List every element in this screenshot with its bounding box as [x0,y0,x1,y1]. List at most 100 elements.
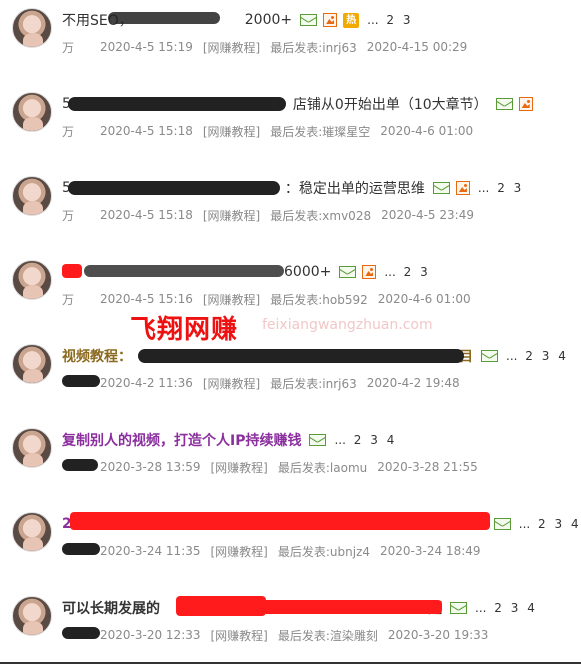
meta-row: 2020-3-28 13:59 [网赚教程] 最后发表:laomu 2020-3… [62,458,478,476]
last-post-date: 2020-3-28 21:55 [377,460,478,474]
page-link-3[interactable]: 3 [542,349,550,363]
forum-tag[interactable]: [网赚教程] [203,291,260,308]
avatar[interactable] [12,344,52,384]
thread-title[interactable]: 复制别人的视频，打造个人IP持续赚钱 [62,430,301,450]
page-link-2[interactable]: 2 [386,13,394,27]
avatar[interactable] [12,260,52,300]
thread-row: 视频教程： 目 ... 2 3 4 2020-4-2 11:36 [网赚教程] … [0,336,581,420]
post-date: 2020-4-5 15:18 [100,208,193,222]
last-post-date: 2020-3-24 18:49 [380,544,481,558]
last-post-date: 2020-4-6 01:00 [377,292,471,306]
last-poster[interactable]: 最后发表:璀璨星空 [270,123,370,140]
redaction [62,264,82,278]
last-post-date: 2020-4-5 23:49 [381,208,474,222]
page-link-2[interactable]: 2 [525,349,533,363]
page-link-2[interactable]: 2 [494,601,502,615]
author-name[interactable]: 万 [62,123,100,140]
redaction [68,181,280,195]
hot-icon: 热 [343,12,360,28]
page-link-2[interactable]: 2 [404,265,412,279]
redaction [70,512,490,530]
title-row: 复制别人的视频，打造个人IP持续赚钱 ... 2 3 4 [62,429,399,451]
watermark: 飞翔网赚 [130,315,239,345]
page-links: ... 2 3 4 [506,349,566,363]
page-link-4[interactable]: 4 [558,349,566,363]
page-link-4[interactable]: 4 [527,601,535,615]
avatar[interactable] [12,428,52,468]
post-date: 2020-4-5 15:19 [100,40,193,54]
forum-tag[interactable]: [网赚教程] [211,459,268,476]
meta-row: 2020-3-24 11:35 [网赚教程] 最后发表:ubnjz4 2020-… [62,542,481,560]
forum-tag[interactable]: [网赚教程] [203,207,260,224]
meta-row: 万 2020-4-5 15:18 [网赚教程] 最后发表:xmv028 2020… [62,206,474,224]
thread-title-tail[interactable]: 店铺从0开始出单（10大章节） [293,94,488,114]
thread-title-tail[interactable]: ：稳定出单的运营思维 [285,178,425,198]
image-icon [455,181,470,195]
last-poster[interactable]: 最后发表:hob592 [270,291,368,308]
forum-tag[interactable]: [网赚教程] [203,375,260,392]
page-link-4[interactable]: 4 [571,517,579,531]
last-poster[interactable]: 最后发表:渲染雕刻 [278,627,378,644]
page-link-4[interactable]: 4 [387,433,395,447]
last-post-date: 2020-4-6 01:00 [380,124,474,138]
page-link-2[interactable]: 2 [354,433,362,447]
last-poster[interactable]: 最后发表:xmv028 [270,207,371,224]
page-link-2[interactable]: 2 [538,517,546,531]
meta-row: 万 2020-4-5 15:19 [网赚教程] 最后发表:inrj63 2020… [62,38,467,56]
thread-title-tail[interactable]: 2000+ [245,12,292,28]
thread-row: 5 店铺从0开始出单（10大章节） 万 2020-4-5 15:18 [网赚教程… [0,84,581,168]
last-poster[interactable]: 最后发表:ubnjz4 [278,543,370,560]
page-links: ... 2 3 4 [518,517,579,531]
page-links: ... 2 3 [477,181,522,195]
thread-title-tail[interactable]: 6000+ [284,264,331,280]
redaction [84,265,284,277]
last-poster[interactable]: 最后发表:inrj63 [270,39,357,56]
last-post-date: 2020-4-15 00:29 [366,40,468,54]
page-link-3[interactable]: 3 [403,13,411,27]
avatar[interactable] [12,512,52,552]
page-links: ... 2 3 4 [334,433,395,447]
avatar[interactable] [12,92,52,132]
last-post-date: 2020-4-2 19:48 [366,376,460,390]
meta-row: 万 2020-4-5 15:18 [网赚教程] 最后发表:璀璨星空 2020-4… [62,122,473,140]
forum-tag[interactable]: [网赚教程] [203,123,260,140]
image-icon [323,13,338,27]
last-post-date: 2020-3-20 19:33 [387,628,489,642]
author-name[interactable]: 万 [62,39,100,56]
watermark-url: feixiangwangzhuan.com [262,317,433,333]
mail-icon [493,518,511,530]
forum-tag[interactable]: [网赚教程] [211,627,268,644]
thread-row: 复制别人的视频，打造个人IP持续赚钱 ... 2 3 4 2020-3-28 1… [0,420,581,504]
page-link-3[interactable]: 3 [514,181,522,195]
author-name[interactable]: 万 [62,291,100,308]
forum-tag[interactable]: [网赚教程] [203,39,260,56]
post-date: 2020-4-5 15:18 [100,124,193,138]
page-link-3[interactable]: 3 [555,517,563,531]
thread-title[interactable]: 视频教程： [62,346,132,366]
post-date: 2020-4-2 11:36 [100,376,193,390]
redaction [108,12,220,24]
page-link-3[interactable]: 3 [370,433,378,447]
last-poster[interactable]: 最后发表:laomu [278,459,367,476]
redaction [68,97,286,111]
avatar[interactable] [12,596,52,636]
page-links: ... 2 3 [384,265,428,279]
meta-row: 2020-3-20 12:33 [网赚教程] 最后发表:渲染雕刻 2020-3-… [62,626,488,644]
forum-tag[interactable]: [网赚教程] [211,543,268,560]
page-link-2[interactable]: 2 [497,181,505,195]
mail-icon [481,350,498,362]
meta-row: 万 2020-4-5 15:16 [网赚教程] 最后发表:hob592 2020… [62,290,471,308]
author-name[interactable]: 万 [62,207,100,224]
mail-icon [495,98,513,110]
thread-row: 可以长期发展的 题 ... 2 3 4 2020-3-20 12:33 [网赚教… [0,588,581,664]
image-icon [362,265,377,279]
image-icon [518,97,533,111]
avatar[interactable] [12,8,52,48]
thread-title[interactable]: 可以长期发展的 [62,598,160,618]
page-link-3[interactable]: 3 [420,265,428,279]
page-link-3[interactable]: 3 [511,601,519,615]
last-poster[interactable]: 最后发表:inrj63 [270,375,357,392]
avatar[interactable] [12,176,52,216]
meta-row: 2020-4-2 11:36 [网赚教程] 最后发表:inrj63 2020-4… [62,374,460,392]
post-date: 2020-3-24 11:35 [100,544,201,558]
